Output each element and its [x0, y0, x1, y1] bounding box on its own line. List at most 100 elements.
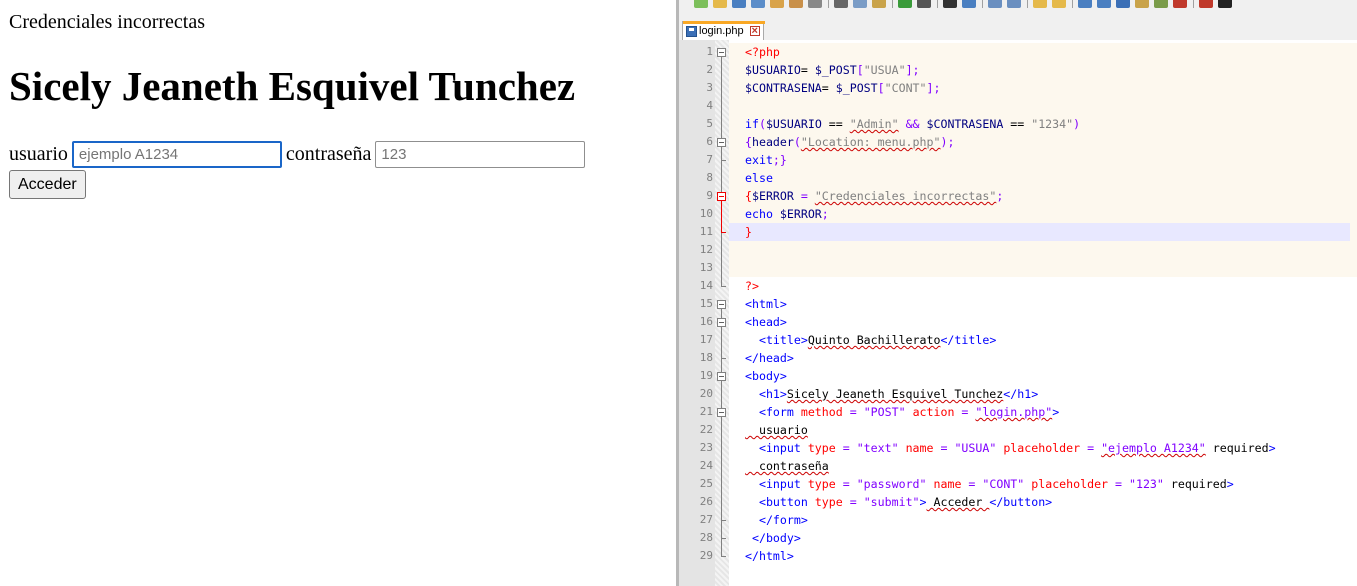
code-token: $USUARIO [765, 117, 822, 131]
code-token: ?> [745, 279, 759, 293]
code-token: <button [745, 495, 815, 509]
save-file-icon[interactable] [732, 0, 746, 8]
indent-guide-icon[interactable] [1116, 0, 1130, 8]
code-line: </body> [745, 529, 801, 547]
replace-icon[interactable] [962, 0, 976, 8]
fold-toggle-icon[interactable] [717, 318, 726, 327]
line-number: 27 [699, 513, 713, 526]
usuario-input[interactable] [71, 140, 282, 168]
line-number: 3 [706, 81, 713, 94]
acceder-button[interactable]: Acceder [9, 170, 86, 199]
code-token: "ejemplo A1234" [1101, 441, 1206, 455]
code-token: <html> [745, 297, 787, 311]
fold-toggle-icon[interactable] [717, 408, 726, 417]
code-token: name [933, 477, 962, 491]
close-all-icon[interactable] [789, 0, 803, 8]
udl-icon[interactable] [1135, 0, 1149, 8]
code-token: Quinto Bachillerato [807, 333, 941, 347]
code-token: = [835, 477, 857, 491]
code-token: </form> [745, 513, 808, 527]
fold-toggle-icon[interactable] [717, 372, 726, 381]
undo-icon[interactable] [898, 0, 912, 8]
toolbar-separator [828, 0, 829, 8]
cut-icon[interactable] [834, 0, 848, 8]
code-token: { [745, 189, 752, 203]
line-number: 21 [699, 405, 713, 418]
function-list-icon[interactable] [1173, 0, 1187, 8]
paste-icon[interactable] [872, 0, 886, 8]
toolbar-separator [937, 0, 938, 8]
code-line: <?php [745, 43, 780, 61]
stop-macro-icon[interactable] [1218, 0, 1232, 8]
fold-toggle-icon[interactable] [717, 300, 726, 309]
code-token: = [842, 495, 864, 509]
contrasena-input[interactable] [375, 140, 586, 168]
code-token: placeholder [1031, 477, 1109, 491]
line-number: 12 [699, 243, 713, 256]
editor-toolbar [679, 0, 1357, 18]
line-number: 2 [706, 63, 713, 76]
code-token: "Location: menu.php" [800, 135, 941, 149]
tab-login-php[interactable]: login.php × [682, 21, 765, 40]
zoom-out-icon[interactable] [1007, 0, 1021, 8]
line-number: 6 [706, 135, 713, 148]
sync-vertical-icon[interactable] [1033, 0, 1047, 8]
code-token: Sicely Jeaneth Esquivel Tunchez [786, 387, 1004, 401]
code-token: "login.php" [975, 405, 1053, 419]
code-token: usuario [745, 423, 808, 437]
fold-line [721, 309, 722, 556]
fold-toggle-icon[interactable] [717, 138, 726, 147]
find-icon[interactable] [943, 0, 957, 8]
code-token: </body> [745, 531, 801, 545]
redo-icon[interactable] [917, 0, 931, 8]
copy-icon[interactable] [853, 0, 867, 8]
code-token: [ [877, 81, 885, 95]
code-token: $USUARIO [745, 63, 801, 77]
close-tab-icon[interactable]: × [749, 26, 760, 37]
code-line: <h1>Sicely Jeaneth Esquivel Tunchez</h1> [745, 385, 1038, 403]
doc-map-icon[interactable] [1154, 0, 1168, 8]
code-token: "submit" [863, 495, 920, 509]
fold-toggle-icon[interactable] [717, 192, 726, 201]
zoom-in-icon[interactable] [988, 0, 1002, 8]
code-token: "password" [856, 477, 927, 491]
toolbar-separator [982, 0, 983, 8]
code-token: type [807, 441, 836, 455]
contrasena-label: contraseña [285, 142, 372, 165]
code-token: ); [940, 135, 955, 149]
code-token: <?php [745, 45, 780, 59]
word-wrap-icon[interactable] [1078, 0, 1092, 8]
print-icon[interactable] [808, 0, 822, 8]
code-line: <button type = "submit"> Acceder </butto… [745, 493, 1052, 511]
code-token: = [954, 405, 976, 419]
toolbar-separator [1193, 0, 1194, 8]
close-file-icon[interactable] [770, 0, 784, 8]
code-line: echo $ERROR; [745, 205, 829, 223]
line-number: 1 [706, 45, 713, 58]
fold-margin [715, 40, 729, 586]
open-file-icon[interactable] [713, 0, 727, 8]
code-token: $ERROR [751, 189, 794, 203]
record-macro-icon[interactable] [1199, 0, 1213, 8]
code-token: ( [793, 135, 801, 149]
code-token: $_POST [814, 63, 857, 77]
sync-horizontal-icon[interactable] [1052, 0, 1066, 8]
new-file-icon[interactable] [694, 0, 708, 8]
code-token: > [1226, 477, 1234, 491]
code-token: > [1268, 441, 1276, 455]
show-all-chars-icon[interactable] [1097, 0, 1111, 8]
code-token: } [745, 225, 752, 239]
current-line-highlight [729, 223, 1350, 241]
line-number: 5 [706, 117, 713, 130]
code-token: <form [745, 405, 801, 419]
fold-toggle-icon[interactable] [717, 48, 726, 57]
code-token: </button> [989, 495, 1053, 509]
save-all-icon[interactable] [751, 0, 765, 8]
code-area[interactable]: 1 <?php 2 $USUARIO= $_POST["USUA"]; 3 $CONTRA… [679, 40, 1357, 586]
line-number: 22 [699, 423, 713, 436]
code-token: ; [821, 207, 829, 221]
code-token: header [751, 135, 794, 149]
code-token: > [1052, 405, 1060, 419]
code-line: <input type = "password" name = "CONT" p… [745, 475, 1234, 493]
line-number: 28 [699, 531, 713, 544]
